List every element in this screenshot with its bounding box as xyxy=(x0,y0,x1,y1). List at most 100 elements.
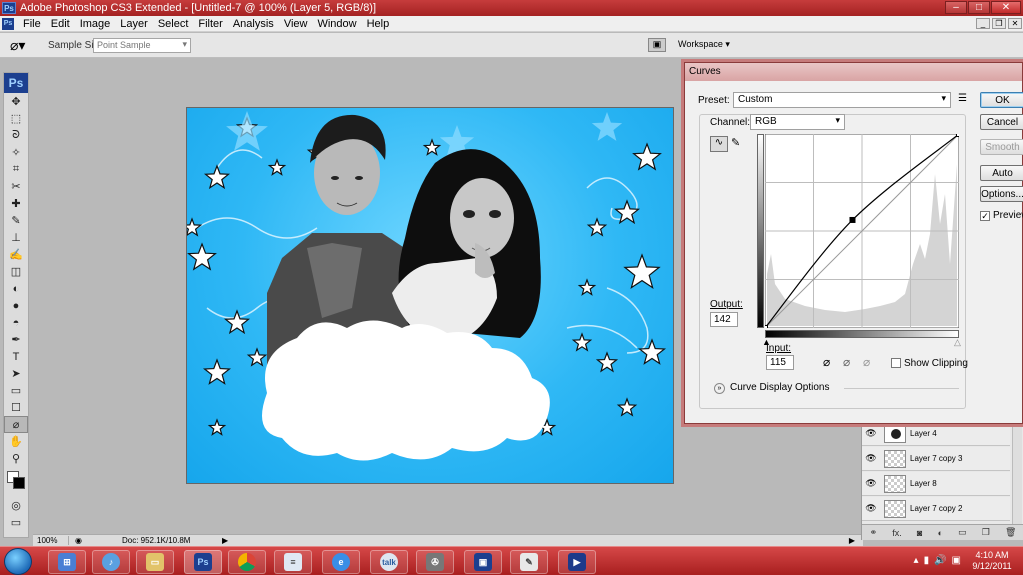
dodge-icon[interactable]: ◓ xyxy=(4,314,28,331)
menu-layer[interactable]: Layer xyxy=(115,18,153,30)
visibility-eye-icon[interactable]: 👁 xyxy=(862,473,880,495)
white-eyedropper-icon[interactable]: ⌀ xyxy=(863,355,870,369)
delete-layer-icon[interactable]: 🗑 xyxy=(1005,527,1016,538)
taskbar-app[interactable]: ▣ xyxy=(464,550,502,574)
photoshop-menu-icon[interactable]: Ps xyxy=(2,17,14,30)
slice-icon[interactable]: ✂ xyxy=(4,178,28,195)
taskbar-video[interactable]: ▶ xyxy=(558,550,596,574)
tray-arrow-icon[interactable]: ▴ xyxy=(914,555,919,566)
layer-style-icon[interactable]: fx. xyxy=(892,528,902,538)
notes-icon[interactable]: ☐ xyxy=(4,399,28,416)
adjustment-layer-icon[interactable]: ◐ xyxy=(937,528,942,538)
curve-display-options-label[interactable]: Curve Display Options xyxy=(730,382,829,393)
workspace-menu[interactable]: Workspace ▾ xyxy=(678,39,730,50)
menu-window[interactable]: Window xyxy=(312,18,361,30)
marquee-icon[interactable]: ⬚ xyxy=(4,110,28,127)
menu-view[interactable]: View xyxy=(279,18,313,30)
lasso-icon[interactable]: ᘐ xyxy=(4,127,28,144)
crop-icon[interactable]: ⌗ xyxy=(4,161,28,178)
visibility-eye-icon[interactable]: 👁 xyxy=(862,498,880,520)
menu-analysis[interactable]: Analysis xyxy=(228,18,279,30)
link-layers-icon[interactable]: ⚭ xyxy=(870,527,878,538)
color-swatches[interactable] xyxy=(4,467,28,497)
curve-edit-points-icon[interactable]: ∿ xyxy=(710,136,728,152)
hand-icon[interactable]: ✋ xyxy=(4,433,28,450)
layer-row[interactable]: 👁 Layer 7 copy 3 xyxy=(862,447,1010,471)
preset-select[interactable]: Custom ▾ xyxy=(733,92,951,108)
bucket-icon[interactable]: ◐ xyxy=(4,280,28,297)
white-point-slider-icon[interactable]: △ xyxy=(954,337,961,348)
scroll-right-icon[interactable]: ▶ xyxy=(849,536,855,545)
preview-checkbox[interactable]: ✓ xyxy=(980,211,990,221)
taskbar-chrome[interactable] xyxy=(228,550,266,574)
sample-size-select[interactable]: Point Sample xyxy=(93,38,191,53)
clock[interactable]: 4:10 AM 9/12/2011 xyxy=(967,550,1017,572)
status-menu-arrow-icon[interactable]: ▶ xyxy=(222,536,228,545)
close-button[interactable]: ✕ xyxy=(991,1,1021,14)
expand-chevron-icon[interactable]: » xyxy=(714,383,725,394)
maximize-button[interactable]: □ xyxy=(968,1,990,14)
layer-mask-icon[interactable]: ◙ xyxy=(917,528,922,538)
tray-app-icon[interactable]: ▣ xyxy=(952,555,961,566)
taskbar-windows-explorer[interactable]: ⊞ xyxy=(48,550,86,574)
taskbar-google-talk[interactable]: talk xyxy=(370,550,408,574)
taskbar-internet-explorer[interactable]: e xyxy=(322,550,360,574)
doc-close-button[interactable]: ✕ xyxy=(1008,18,1022,29)
menu-file[interactable]: File xyxy=(18,18,46,30)
bridge-icon[interactable]: ▣ xyxy=(648,38,666,52)
doc-minimize-button[interactable]: _ xyxy=(976,18,990,29)
layer-row[interactable]: 👁 Layer 7 copy 2 xyxy=(862,497,1010,521)
taskbar-folder[interactable]: ▭ xyxy=(136,550,174,574)
layers-scrollbar[interactable] xyxy=(1012,420,1022,524)
visibility-eye-icon[interactable]: 👁 xyxy=(862,423,880,445)
cancel-button[interactable]: Cancel xyxy=(980,114,1023,130)
layer-row[interactable]: 👁 Layer 8 xyxy=(862,472,1010,496)
output-value-field[interactable]: 142 xyxy=(710,312,738,327)
channel-select[interactable]: RGB ▾ xyxy=(750,114,845,130)
eyedropper-tool-preset-icon[interactable]: ⌀▾ xyxy=(10,37,25,54)
screen-mode-icon[interactable]: ▭ xyxy=(4,514,28,531)
eyedropper-icon[interactable]: ⌀ xyxy=(4,416,28,433)
visibility-eye-icon[interactable]: 👁 xyxy=(862,448,880,470)
brush-icon[interactable]: ✎ xyxy=(4,212,28,229)
taskbar-notepad[interactable]: ≡ xyxy=(274,550,312,574)
menu-image[interactable]: Image xyxy=(75,18,116,30)
new-group-icon[interactable]: ▭ xyxy=(958,527,967,538)
path-select-icon[interactable]: ➤ xyxy=(4,365,28,382)
volume-icon[interactable]: 🔊 xyxy=(934,555,946,566)
minimize-button[interactable]: – xyxy=(945,1,967,14)
auto-button[interactable]: Auto xyxy=(980,165,1023,181)
background-color-swatch[interactable] xyxy=(13,477,25,489)
menu-help[interactable]: Help xyxy=(362,18,395,30)
smooth-button[interactable]: Smooth xyxy=(980,139,1023,155)
layer-row[interactable]: 👁 Layer 4 xyxy=(862,422,1010,446)
start-button[interactable] xyxy=(4,548,32,575)
zoom-level[interactable]: 100% xyxy=(37,536,69,545)
stamp-icon[interactable]: ⊥ xyxy=(4,229,28,246)
type-icon[interactable]: T xyxy=(4,348,28,365)
move-icon[interactable]: ✥ xyxy=(4,93,28,110)
menu-filter[interactable]: Filter xyxy=(193,18,227,30)
history-brush-icon[interactable]: ✍ xyxy=(4,246,28,263)
new-layer-icon[interactable]: ❐ xyxy=(982,527,990,538)
show-clipping-checkbox[interactable] xyxy=(891,358,901,368)
taskbar-itunes[interactable]: ♪ xyxy=(92,550,130,574)
healing-icon[interactable]: ✚ xyxy=(4,195,28,212)
menu-edit[interactable]: Edit xyxy=(46,18,75,30)
black-eyedropper-icon[interactable]: ⌀ xyxy=(823,355,830,369)
taskbar-media-player[interactable]: ✇ xyxy=(416,550,454,574)
shape-icon[interactable]: ▭ xyxy=(4,382,28,399)
quick-mask-icon[interactable]: ◎ xyxy=(4,497,28,514)
curve-graph[interactable] xyxy=(765,134,959,328)
gray-eyedropper-icon[interactable]: ⌀ xyxy=(843,355,850,369)
document-canvas[interactable] xyxy=(186,107,674,484)
pen-icon[interactable]: ✒ xyxy=(4,331,28,348)
eraser-icon[interactable]: ◫ xyxy=(4,263,28,280)
doc-restore-button[interactable]: ❐ xyxy=(992,18,1006,29)
zoom-icon[interactable]: ⚲ xyxy=(4,450,28,467)
magic-wand-icon[interactable]: ✧ xyxy=(4,144,28,161)
blur-icon[interactable]: ● xyxy=(4,297,28,314)
taskbar-photoshop[interactable]: Ps xyxy=(184,550,222,574)
input-value-field[interactable]: 115 xyxy=(766,355,794,370)
network-icon[interactable]: ▮ xyxy=(924,555,930,566)
